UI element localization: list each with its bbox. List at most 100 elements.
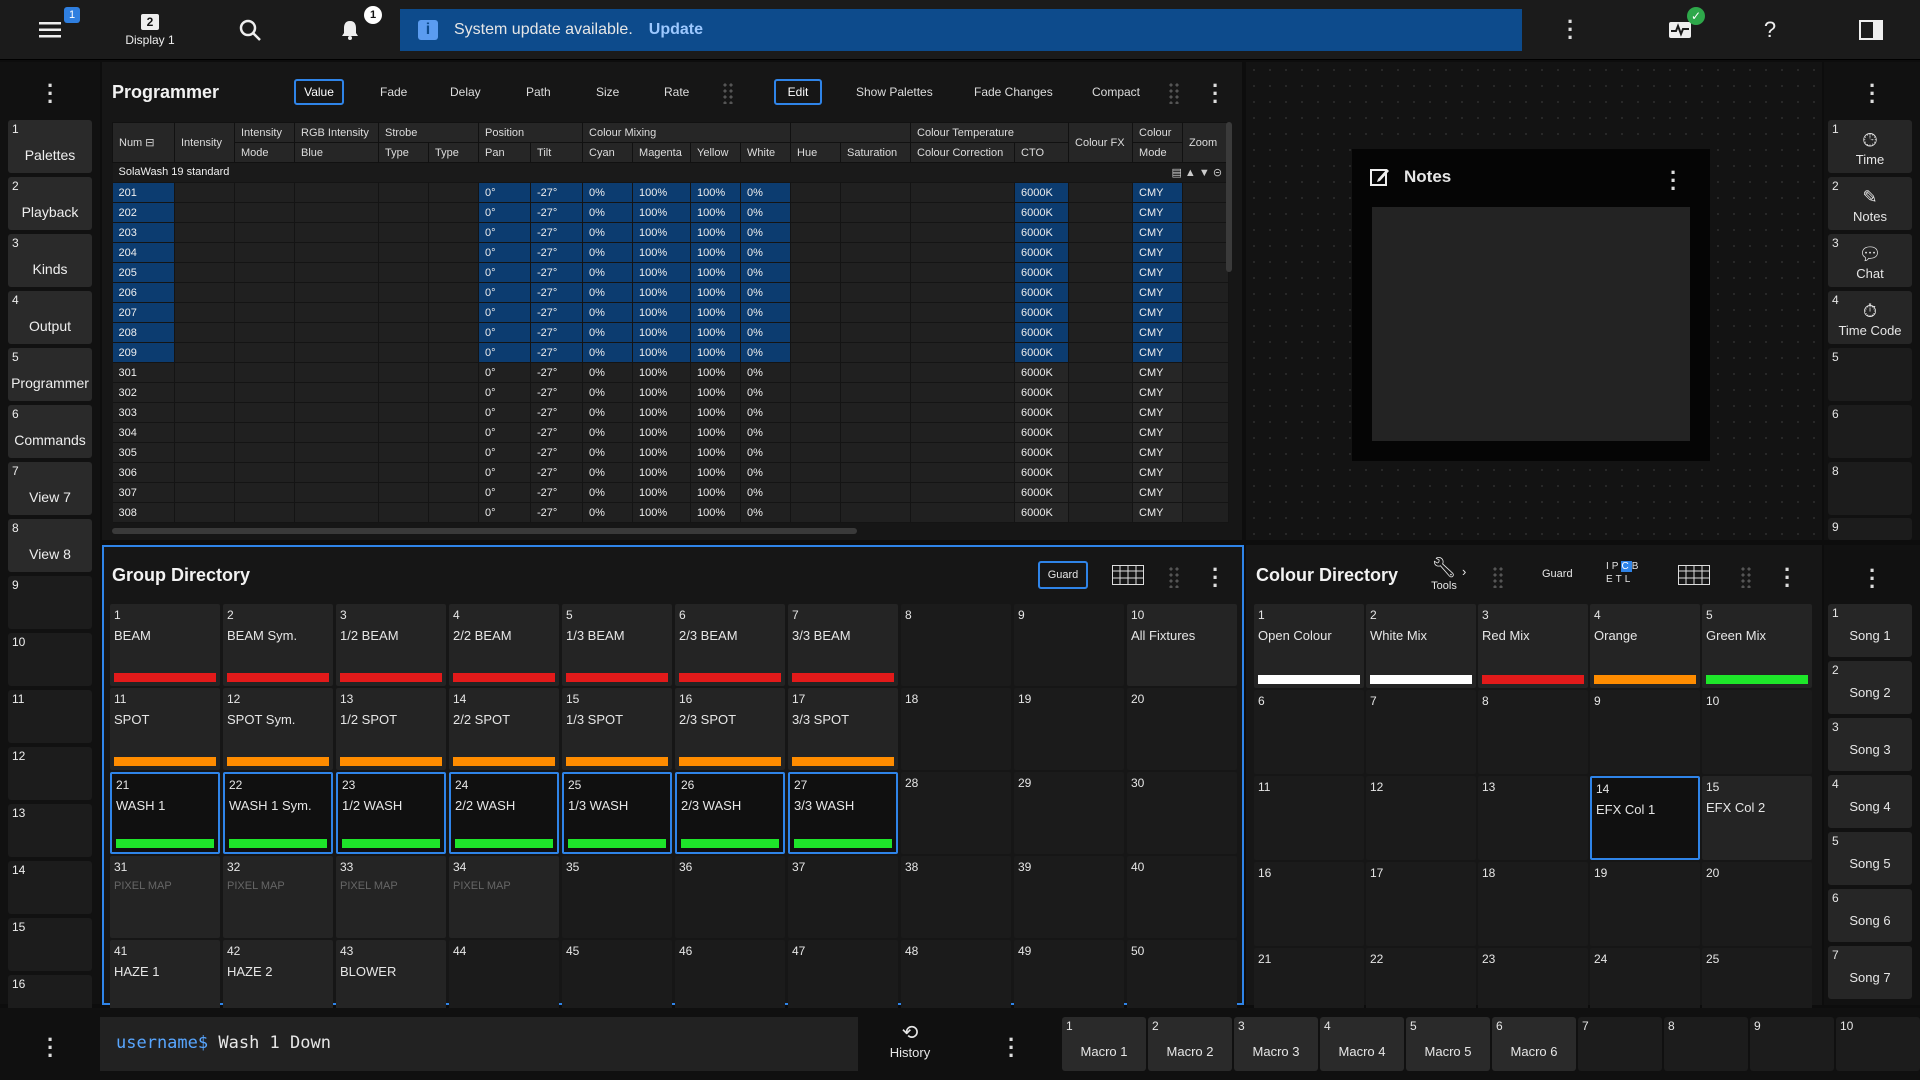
macro-item[interactable]: 3 Macro 3	[1234, 1017, 1318, 1071]
menu-button[interactable]: 1	[30, 0, 80, 60]
group-guard-button[interactable]: Guard	[1038, 561, 1088, 589]
col-header[interactable]: Position	[478, 122, 584, 143]
directory-cell[interactable]: 4 Orange	[1590, 604, 1700, 688]
colour-directory-more-icon[interactable]: · · ·	[1784, 559, 1791, 597]
directory-cell[interactable]: 11	[1254, 776, 1364, 860]
tab-size[interactable]: Size	[588, 79, 627, 105]
directory-cell[interactable]: 30	[1127, 772, 1237, 854]
directory-cell[interactable]: 35	[562, 856, 672, 938]
col-subheader[interactable]: Type	[427, 142, 480, 163]
notes-textarea[interactable]	[1372, 207, 1690, 441]
col-subheader[interactable]: White	[740, 142, 792, 163]
bottom-more-icon[interactable]: · · ·	[47, 1029, 54, 1067]
right-sidebar-item[interactable]: 1 🕒︎ Time	[1828, 120, 1912, 173]
directory-cell[interactable]: 23 1/2 WASH	[336, 772, 446, 854]
table-row[interactable]: 304 0° -27° 0% 100% 100% 0% 6000K CMY	[112, 422, 1230, 443]
song-item[interactable]: 2 Song 2	[1828, 661, 1912, 714]
help-button[interactable]: ?	[1755, 0, 1785, 60]
table-row[interactable]: 307 0° -27° 0% 100% 100% 0% 6000K CMY	[112, 482, 1230, 503]
table-row[interactable]: 209 0° -27° 0% 100% 100% 0% 6000K CMY	[112, 342, 1230, 363]
table-tools[interactable]: ▤ ▲ ▼ ⊝	[1171, 166, 1222, 179]
directory-cell[interactable]: 3 Red Mix	[1478, 604, 1588, 688]
col-header[interactable]: Strobe	[377, 122, 480, 143]
action-fade-changes[interactable]: Fade Changes	[966, 79, 1061, 105]
right-sidebar-item[interactable]: 5	[1828, 348, 1912, 401]
song-item[interactable]: 5 Song 5	[1828, 832, 1912, 885]
table-row[interactable]: 206 0° -27° 0% 100% 100% 0% 6000K CMY	[112, 282, 1230, 303]
col-subheader[interactable]: Magenta	[632, 142, 692, 163]
directory-cell[interactable]: 14 EFX Col 1	[1590, 776, 1700, 860]
directory-cell[interactable]: 4 2/2 BEAM	[449, 604, 559, 686]
tools-button[interactable]: 🔧︎ Tools	[1424, 555, 1464, 592]
col-subheader[interactable]: Hue	[790, 142, 842, 163]
topbar-more-button[interactable]: · · ·	[1560, 0, 1580, 60]
directory-cell[interactable]: 18	[1478, 862, 1588, 946]
directory-cell[interactable]: 34 PIXEL MAP	[449, 856, 559, 938]
directory-cell[interactable]: 14 2/2 SPOT	[449, 688, 559, 770]
sidebar-item[interactable]: 13	[8, 804, 92, 857]
directory-cell[interactable]: 20	[1127, 688, 1237, 770]
col-subheader[interactable]: Cyan	[582, 142, 634, 163]
sidebar-item[interactable]: 9	[8, 576, 92, 629]
directory-cell[interactable]: 16 2/3 SPOT	[675, 688, 785, 770]
directory-cell[interactable]: 29	[1014, 772, 1124, 854]
directory-cell[interactable]: 2 BEAM Sym.	[223, 604, 333, 686]
sidebar-item[interactable]: 10	[8, 633, 92, 686]
sidebar-item[interactable]: 14	[8, 861, 92, 914]
directory-cell[interactable]: 28	[901, 772, 1011, 854]
table-row[interactable]: 205 0° -27° 0% 100% 100% 0% 6000K CMY	[112, 262, 1230, 283]
col-header[interactable]: Colour FX	[1068, 122, 1134, 163]
mode-letters[interactable]: IPCB ETL	[1606, 560, 1640, 586]
sidebar-item[interactable]: 4 Output	[8, 291, 92, 344]
table-row[interactable]: 207 0° -27° 0% 100% 100% 0% 6000K CMY	[112, 302, 1230, 323]
table-row[interactable]: 303 0° -27° 0% 100% 100% 0% 6000K CMY	[112, 402, 1230, 423]
directory-cell[interactable]: 10	[1702, 690, 1812, 774]
right-sidebar-item[interactable]: 6	[1828, 405, 1912, 458]
col-subheader[interactable]: Type	[378, 142, 429, 163]
directory-cell[interactable]: 1 BEAM	[110, 604, 220, 686]
colour-guard-button[interactable]: Guard	[1542, 568, 1573, 580]
notes-more-icon[interactable]: · · ·	[1670, 162, 1677, 200]
songs-more-icon[interactable]: · · ·	[1869, 560, 1876, 598]
history-button[interactable]: ⟲ History	[870, 1020, 950, 1060]
table-row[interactable]: 203 0° -27° 0% 100% 100% 0% 6000K CMY	[112, 222, 1230, 243]
col-header[interactable]: Colour	[1132, 122, 1184, 143]
directory-cell[interactable]: 7 3/3 BEAM	[788, 604, 898, 686]
col-header[interactable]: Intensity	[174, 122, 235, 163]
action-compact[interactable]: Compact	[1084, 79, 1148, 105]
directory-cell[interactable]: 36	[675, 856, 785, 938]
song-item[interactable]: 3 Song 3	[1828, 718, 1912, 771]
directory-cell[interactable]: 7	[1366, 690, 1476, 774]
drag-handle-icon[interactable]	[722, 82, 734, 104]
action-show-palettes[interactable]: Show Palettes	[848, 79, 941, 105]
song-item[interactable]: 7 Song 7	[1828, 946, 1912, 999]
group-directory-more-icon[interactable]: · · ·	[1212, 559, 1219, 597]
col-header[interactable]: Num ⊟	[112, 122, 175, 163]
song-item[interactable]: 4 Song 4	[1828, 775, 1912, 828]
col-header[interactable]	[790, 122, 912, 143]
table-row[interactable]: 204 0° -27° 0% 100% 100% 0% 6000K CMY	[112, 242, 1230, 263]
directory-cell[interactable]: 10 All Fixtures	[1127, 604, 1237, 686]
tab-fade[interactable]: Fade	[372, 79, 415, 105]
vertical-scrollbar[interactable]	[1226, 122, 1232, 272]
command-line-input[interactable]: username$ Wash 1 Down	[100, 1017, 858, 1071]
display-button[interactable]: 2 Display 1	[115, 0, 185, 60]
col-subheader[interactable]: Pan	[478, 142, 532, 163]
drag-handle-icon[interactable]	[1168, 566, 1180, 588]
right-sidebar-more-icon[interactable]: · · ·	[1869, 75, 1876, 113]
action-edit[interactable]: Edit	[774, 79, 822, 105]
col-subheader[interactable]: Yellow	[690, 142, 742, 163]
directory-cell[interactable]: 17	[1366, 862, 1476, 946]
right-sidebar-item[interactable]: 4 ⏱︎ Time Code	[1828, 291, 1912, 344]
sidebar-item[interactable]: 15	[8, 918, 92, 971]
directory-cell[interactable]: 13	[1478, 776, 1588, 860]
tab-delay[interactable]: Delay	[442, 79, 489, 105]
directory-cell[interactable]: 37	[788, 856, 898, 938]
directory-cell[interactable]: 24 2/2 WASH	[449, 772, 559, 854]
macro-item[interactable]: 2 Macro 2	[1148, 1017, 1232, 1071]
col-subheader[interactable]: Colour Correction	[910, 142, 1016, 163]
col-subheader[interactable]: Blue	[294, 142, 379, 163]
chevron-right-icon[interactable]: ›	[1462, 564, 1466, 579]
directory-cell[interactable]: 15 1/3 SPOT	[562, 688, 672, 770]
directory-cell[interactable]: 18	[901, 688, 1011, 770]
